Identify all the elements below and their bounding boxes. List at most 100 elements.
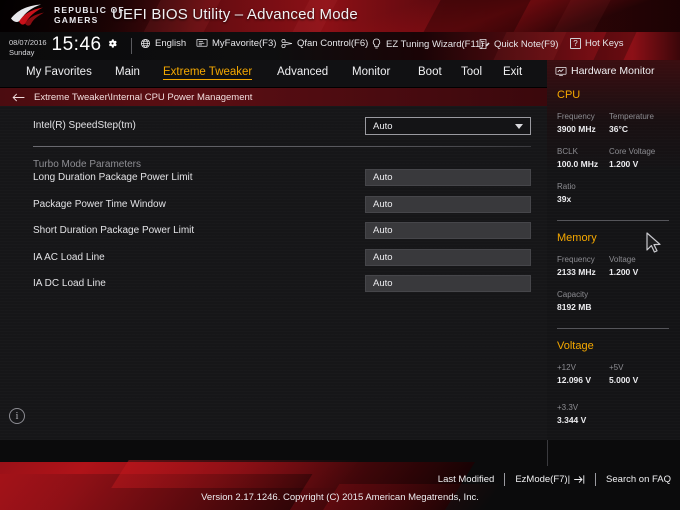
setting-label: IA DC Load Line — [33, 278, 106, 289]
ezmode-label: EzMode(F7)| — [515, 474, 571, 485]
info-icon[interactable]: i — [9, 408, 25, 424]
setting-value-text: Auto — [373, 278, 393, 289]
setting-value-text: Auto — [373, 120, 393, 132]
hm-key: Capacity — [557, 290, 589, 299]
hm-key: Core Voltage — [609, 147, 656, 156]
setting-row-ia-dc-load-line[interactable]: IA DC Load Line Auto — [0, 270, 547, 297]
setting-row-package-power-time-window[interactable]: Package Power Time Window Auto — [0, 191, 547, 218]
toolbar-item-hot-keys[interactable]: ? Hot Keys — [570, 38, 624, 49]
tab-main[interactable]: Main — [115, 66, 140, 78]
banner-streak — [414, 0, 536, 32]
hm-group-voltage-title: Voltage — [557, 340, 594, 352]
setting-label: Long Duration Package Power Limit — [33, 172, 193, 183]
hm-value: 1.200 V — [609, 159, 639, 169]
tab-extreme-tweaker[interactable]: Extreme Tweaker — [163, 66, 253, 80]
setting-row-ia-ac-load-line[interactable]: IA AC Load Line Auto — [0, 244, 547, 271]
setting-value-input[interactable]: Auto — [365, 222, 531, 239]
action-separator — [595, 473, 597, 486]
tab-boot[interactable]: Boot — [418, 66, 442, 78]
bios-screen: REPUBLIC OF GAMERS UEFI BIOS Utility – A… — [0, 0, 680, 510]
setting-value-input[interactable]: Auto — [365, 196, 531, 213]
tab-advanced[interactable]: Advanced — [277, 66, 328, 78]
hm-value: 8192 MB — [557, 302, 592, 312]
tab-tool[interactable]: Tool — [461, 66, 482, 78]
bottom-vertical-separator — [547, 440, 548, 466]
monitor-icon — [196, 38, 208, 47]
toolbar-item-myfavorite[interactable]: MyFavorite(F3) — [196, 38, 276, 49]
hm-value: 2133 MHz — [557, 267, 596, 277]
fan-icon — [281, 38, 293, 49]
question-key-icon: ? — [570, 38, 581, 49]
top-toolbar: 08/07/2016 Sunday 15:46 English MyFavori… — [0, 32, 680, 60]
setting-row-short-duration-power-limit[interactable]: Short Duration Package Power Limit Auto — [0, 217, 547, 244]
search-faq-button[interactable]: Search on FAQ — [606, 474, 671, 485]
chevron-down-icon — [515, 123, 523, 129]
hm-value: 100.0 MHz — [557, 159, 599, 169]
hm-value: 12.096 V — [557, 375, 592, 385]
setting-value-input[interactable]: Auto — [365, 249, 531, 266]
hardware-monitor-sidebar: Hardware Monitor CPU Frequency Temperatu… — [547, 60, 680, 440]
date-stack: 08/07/2016 Sunday — [9, 34, 47, 57]
hm-value: 3900 MHz — [557, 124, 596, 134]
toolbar-item-ez-tuning[interactable]: EZ Tuning Wizard(F11) — [371, 38, 484, 50]
hm-value: 39x — [557, 194, 572, 204]
monitor-icon — [555, 66, 567, 76]
section-divider — [33, 146, 531, 147]
breadcrumb: Extreme Tweaker\Internal CPU Power Manag… — [0, 88, 547, 106]
hm-key: Frequency — [557, 255, 595, 264]
datetime-block: 08/07/2016 Sunday 15:46 — [9, 34, 118, 57]
hm-key: BCLK — [557, 147, 578, 156]
hardware-monitor-header: Hardware Monitor — [555, 65, 654, 77]
hm-group-cpu-title: CPU — [557, 89, 581, 101]
last-modified-button[interactable]: Last Modified — [438, 474, 495, 485]
setting-label: IA AC Load Line — [33, 252, 105, 263]
hm-key: +12V — [557, 363, 576, 372]
setting-value-text: Auto — [373, 225, 393, 236]
setting-row-long-duration-power-limit[interactable]: Long Duration Package Power Limit Auto — [0, 164, 547, 191]
hm-key: Temperature — [609, 112, 654, 121]
hm-group-memory-title: Memory — [557, 232, 597, 244]
toolbar-item-english[interactable]: English — [140, 38, 186, 49]
rog-logo: REPUBLIC OF GAMERS — [10, 3, 125, 27]
toolbar-item-label: Qfan Control(F6) — [297, 38, 369, 49]
hardware-monitor-title: Hardware Monitor — [571, 65, 655, 77]
gear-icon[interactable] — [107, 36, 118, 54]
setting-value-combo[interactable]: Auto — [365, 117, 531, 135]
ezmode-button[interactable]: EzMode(F7)| — [515, 474, 585, 485]
hm-value: 5.000 V — [609, 375, 639, 385]
lightbulb-icon — [372, 38, 381, 49]
bottom-wedge — [111, 460, 359, 488]
tab-exit[interactable]: Exit — [503, 66, 522, 78]
setting-value-input[interactable]: Auto — [365, 275, 531, 292]
rog-eye-icon — [11, 4, 44, 26]
hm-value: 36°C — [609, 124, 628, 134]
toolbar-item-label: EZ Tuning Wizard(F11) — [386, 38, 484, 50]
setting-label: Short Duration Package Power Limit — [33, 225, 195, 236]
weekday-text: Sunday — [9, 47, 35, 57]
hm-key: +5V — [609, 363, 624, 372]
setting-value-input[interactable]: Auto — [365, 169, 531, 186]
hm-value: 3.344 V — [557, 415, 587, 425]
date-text: 08/07/2016 — [9, 38, 47, 47]
setting-label: Package Power Time Window — [33, 199, 166, 210]
settings-panel: Intel(R) SpeedStep(tm) Auto Turbo Mode P… — [0, 106, 547, 440]
arrow-left-icon[interactable] — [12, 92, 25, 103]
setting-value-text: Auto — [373, 199, 393, 210]
toolbar-item-quick-note[interactable]: Quick Note(F9) — [478, 38, 558, 50]
setting-row-speedstep[interactable]: Intel(R) SpeedStep(tm) Auto — [0, 112, 547, 139]
bottom-actions: Last Modified EzMode(F7)| Search on FAQ — [438, 473, 671, 486]
toolbar-item-label: MyFavorite(F3) — [212, 38, 277, 49]
clock-text: 15:46 — [51, 34, 102, 55]
tab-my-favorites[interactable]: My Favorites — [26, 66, 92, 78]
toolbar-item-label: Quick Note(F9) — [494, 38, 559, 50]
hm-divider — [557, 328, 669, 329]
toolbar-item-qfan[interactable]: Qfan Control(F6) — [280, 38, 368, 49]
toolbar-separator — [131, 38, 132, 54]
globe-icon — [140, 38, 151, 49]
breadcrumb-path: Extreme Tweaker\Internal CPU Power Manag… — [34, 91, 253, 103]
tab-monitor[interactable]: Monitor — [352, 66, 390, 78]
hm-key: Voltage — [609, 255, 636, 264]
title-banner: REPUBLIC OF GAMERS UEFI BIOS Utility – A… — [0, 0, 680, 32]
page-title: UEFI BIOS Utility – Advanced Mode — [112, 6, 358, 23]
setting-value-text: Auto — [373, 252, 393, 263]
